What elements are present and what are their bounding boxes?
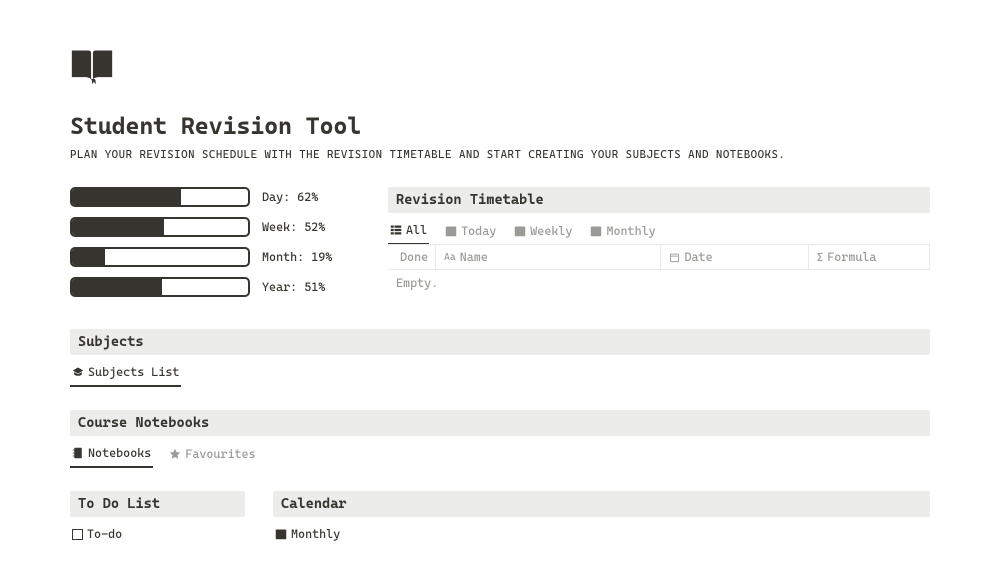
progress-label: Year: 51%	[262, 280, 325, 294]
notebooks-tabs: Notebooks Favourites	[70, 442, 930, 469]
timetable-tabs: All Today Weekly Monthly	[388, 219, 930, 245]
tab-favourites-label: Favourites	[185, 447, 255, 461]
tab-todo-label: To-do	[87, 527, 122, 541]
col-done[interactable]: Done	[388, 245, 436, 269]
tab-today-label: Today	[461, 224, 496, 238]
progress-bar-fill	[72, 249, 105, 265]
progress-bar-fill	[72, 219, 164, 235]
col-formula-label: Formula	[827, 250, 876, 264]
timetable-header: Revision Timetable	[388, 187, 930, 213]
tab-weekly[interactable]: Weekly	[512, 219, 574, 244]
calendar-tabs: Monthly	[273, 523, 930, 548]
calendar-icon	[669, 252, 680, 263]
text-icon: Aa	[444, 252, 456, 263]
notebook-icon	[72, 447, 84, 459]
progress-row: Year: 51%	[70, 277, 350, 297]
calendar-month-icon	[590, 225, 602, 237]
progress-bar-fill	[72, 279, 162, 295]
list-icon	[390, 224, 402, 236]
progress-row: Month: 19%	[70, 247, 350, 267]
calendar-week-icon	[514, 225, 526, 237]
tab-today[interactable]: Today	[443, 219, 498, 244]
col-formula[interactable]: Σ Formula	[809, 245, 930, 269]
todolist-header: To Do List	[70, 491, 245, 517]
tab-monthly[interactable]: Monthly	[588, 219, 657, 244]
star-icon	[169, 448, 181, 460]
page-title: Student Revision Tool	[70, 112, 930, 140]
col-name-label: Name	[460, 250, 488, 264]
tab-calendar-monthly-label: Monthly	[291, 527, 340, 541]
notebooks-header: Course Notebooks	[70, 410, 930, 436]
progress-bar	[70, 217, 250, 237]
progress-label: Week: 52%	[262, 220, 325, 234]
calendar-icon	[275, 528, 287, 540]
progress-row: Day: 62%	[70, 187, 350, 207]
checkbox-icon	[72, 529, 83, 540]
empty-state: Empty.	[388, 270, 930, 296]
progress-row: Week: 52%	[70, 217, 350, 237]
table-header: Done Aa Name Date Σ Formula	[388, 244, 930, 270]
col-date[interactable]: Date	[661, 245, 808, 269]
col-done-label: Done	[400, 250, 428, 264]
sigma-icon: Σ	[817, 251, 823, 264]
col-date-label: Date	[684, 250, 712, 264]
tab-favourites[interactable]: Favourites	[167, 442, 257, 468]
tab-notebooks-label: Notebooks	[88, 446, 151, 460]
tab-weekly-label: Weekly	[530, 224, 572, 238]
col-name[interactable]: Aa Name	[436, 245, 661, 269]
tab-all[interactable]: All	[388, 219, 429, 244]
progress-bar	[70, 187, 250, 207]
subjects-header: Subjects	[70, 329, 930, 355]
calendar-day-icon	[445, 225, 457, 237]
tab-monthly-label: Monthly	[606, 224, 655, 238]
calendar-header: Calendar	[273, 491, 930, 517]
graduation-cap-icon	[72, 366, 84, 378]
tab-calendar-monthly[interactable]: Monthly	[273, 523, 342, 547]
page-subtitle: PLAN YOUR REVISION SCHEDULE WITH THE REV…	[70, 148, 930, 161]
progress-bar	[70, 277, 250, 297]
todolist-tabs: To-do	[70, 523, 245, 548]
tab-all-label: All	[406, 223, 427, 237]
subjects-tabs: Subjects List	[70, 361, 930, 388]
tab-todo[interactable]: To-do	[70, 523, 124, 547]
progress-bar-fill	[72, 189, 181, 205]
progress-bar	[70, 247, 250, 267]
progress-label: Day: 62%	[262, 190, 318, 204]
tab-subjects-list[interactable]: Subjects List	[70, 361, 181, 387]
progress-label: Month: 19%	[262, 250, 332, 264]
book-icon	[70, 48, 930, 90]
tab-notebooks[interactable]: Notebooks	[70, 442, 153, 468]
tab-subjects-list-label: Subjects List	[88, 365, 179, 379]
